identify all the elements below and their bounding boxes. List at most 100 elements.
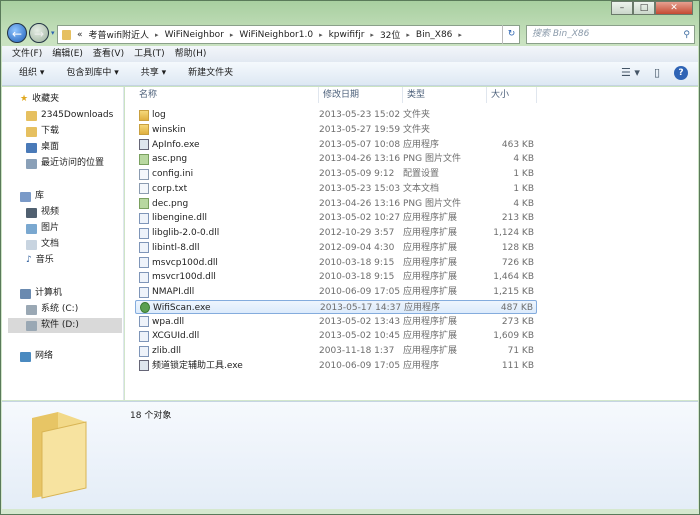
refresh-button[interactable]: ↻ (502, 25, 520, 44)
file-name: WifiScan.exe (140, 301, 211, 315)
sidebar-item-documents[interactable]: 文档 (26, 237, 59, 252)
file-row[interactable]: libintl-8.dll 2012-09-04 4:30 应用程序扩展 128… (135, 241, 537, 255)
file-row[interactable]: msvcr100d.dll 2010-03-18 9:15 应用程序扩展 1,4… (135, 270, 537, 284)
share-button[interactable]: 共享 ▾ (141, 62, 166, 85)
breadcrumb-item[interactable]: kpwififjr (329, 30, 365, 40)
minimize-button[interactable]: – (611, 1, 633, 15)
file-row[interactable]: log 2013-05-23 15:02 文件夹 (135, 108, 537, 122)
breadcrumb-arrow-icon[interactable]: ▸ (155, 31, 159, 39)
label: 收藏夹 (32, 94, 60, 104)
breadcrumb-arrow-icon[interactable]: ▸ (406, 31, 410, 39)
search-icon[interactable]: ⚲ (683, 27, 690, 44)
label: 视频 (41, 207, 60, 217)
sidebar-item-2345downloads[interactable]: 2345Downloads (26, 108, 113, 123)
breadcrumb-item[interactable]: 32位 (380, 28, 400, 41)
label: 网络 (35, 351, 54, 361)
menu-tools[interactable]: 工具(T) (134, 46, 165, 62)
sidebar-item-drive-d[interactable]: 软件 (D:) (8, 318, 122, 333)
file-type: 应用程序扩展 (403, 287, 458, 297)
sidebar-item-pictures[interactable]: 图片 (26, 221, 59, 236)
recent-pages-dropdown[interactable]: ▾ (51, 29, 55, 37)
close-button[interactable]: ✕ (655, 1, 693, 15)
computer-icon (20, 288, 31, 299)
sidebar-item-downloads[interactable]: 下载 (26, 124, 59, 139)
explorer-window: – □ ✕ ← → ▾ « 考普wifi附近人 ▸ WiFiNeighbor ▸ WiFi… (0, 0, 700, 515)
menu-file[interactable]: 文件(F) (12, 46, 42, 62)
maximize-button[interactable]: □ (633, 1, 655, 15)
column-date[interactable]: 修改日期 (319, 87, 403, 103)
sidebar-item-music[interactable]: ♪ 音乐 (26, 253, 54, 268)
file-name: corp.txt (139, 182, 187, 196)
recent-places-icon (26, 158, 37, 169)
include-in-library-button[interactable]: 包含到库中 ▾ (66, 62, 118, 85)
wifi-file-icon (140, 302, 150, 314)
file-row[interactable]: dec.png 2013-04-26 13:16 PNG 图片文件 4 KB (135, 197, 537, 211)
organize-button[interactable]: 组织 ▾ (19, 62, 44, 85)
file-row[interactable]: asc.png 2013-04-26 13:16 PNG 图片文件 4 KB (135, 152, 537, 166)
sidebar-network[interactable]: 网络 (20, 349, 53, 364)
file-type: 应用程序扩展 (403, 228, 458, 238)
file-name-text: msvcp100d.dll (152, 257, 218, 268)
file-row[interactable]: wpa.dll 2013-05-02 13:43 应用程序扩展 273 KB (135, 315, 537, 329)
drive-icon (26, 320, 37, 331)
column-size[interactable]: 大小 (487, 87, 537, 103)
breadcrumb-item[interactable]: Bin_X86 (416, 30, 453, 40)
column-type[interactable]: 类型 (403, 87, 487, 103)
file-row[interactable]: zlib.dll 2003-11-18 1:37 应用程序扩展 71 KB (135, 344, 537, 358)
breadcrumb-item[interactable]: 考普wifi附近人 (89, 28, 150, 41)
dll-file-icon (139, 257, 149, 268)
file-row[interactable]: NMAPI.dll 2010-06-09 17:05 应用程序扩展 1,215 … (135, 285, 537, 299)
search-input[interactable]: 搜索 Bin_X86 ⚲ (526, 25, 695, 44)
view-options-icon[interactable]: ☰ ▾ (621, 65, 640, 81)
help-icon[interactable]: ? (674, 66, 688, 80)
item-count: 18 个对象 (130, 411, 172, 421)
file-row[interactable]: libengine.dll 2013-05-02 10:27 应用程序扩展 21… (135, 211, 537, 225)
back-button[interactable]: ← (7, 23, 27, 43)
breadcrumb-arrow-icon[interactable]: ▸ (230, 31, 234, 39)
file-name-text: libintl-8.dll (152, 242, 200, 253)
file-row[interactable]: corp.txt 2013-05-23 15:03 文本文档 1 KB (135, 182, 537, 196)
forward-button[interactable]: → (29, 23, 49, 43)
breadcrumb-item[interactable]: WiFiNeighbor (165, 30, 224, 40)
menu-view[interactable]: 查看(V) (93, 46, 124, 62)
sidebar-item-videos[interactable]: 视频 (26, 205, 59, 220)
file-type: PNG 图片文件 (403, 198, 461, 209)
sidebar-favorites[interactable]: ★ 收藏夹 (20, 92, 59, 107)
file-row[interactable]: ApInfo.exe 2013-05-07 10:08 应用程序 463 KB (135, 138, 537, 152)
file-date: 2013-05-23 15:02 (319, 110, 401, 120)
new-folder-button[interactable]: 新建文件夹 (188, 62, 233, 85)
file-name-text: winskin (152, 124, 186, 135)
file-type: 应用程序扩展 (403, 316, 458, 327)
file-name-text: log (152, 110, 166, 120)
breadcrumb-arrow-icon[interactable]: ▸ (370, 31, 374, 39)
file-date: 2013-05-27 19:59 (319, 124, 401, 135)
label: 计算机 (35, 288, 63, 298)
png-file-icon (139, 198, 149, 209)
sidebar-item-desktop[interactable]: 桌面 (26, 140, 59, 155)
file-row[interactable]: 频道锁定辅助工具.exe 2010-06-09 17:05 应用程序 111 K… (135, 359, 537, 373)
file-name-text: asc.png (152, 154, 188, 165)
file-row[interactable]: config.ini 2013-05-09 9:12 配置设置 1 KB (135, 167, 537, 181)
breadcrumb-item[interactable]: WiFiNeighbor1.0 (239, 30, 313, 40)
sidebar-computer[interactable]: 计算机 (20, 286, 62, 301)
breadcrumb-arrow-icon[interactable]: ▸ (319, 31, 323, 39)
address-bar[interactable]: « 考普wifi附近人 ▸ WiFiNeighbor ▸ WiFiNeighbor1.0 ▸… (57, 25, 520, 44)
breadcrumb-item[interactable]: « (77, 30, 83, 40)
ini-file-icon (139, 168, 149, 180)
sidebar-item-recent[interactable]: 最近访问的位置 (26, 156, 104, 171)
file-row[interactable]: XCGUId.dll 2013-05-02 10:45 应用程序扩展 1,609… (135, 329, 537, 343)
breadcrumb-arrow-icon[interactable]: ▸ (458, 31, 462, 39)
file-row[interactable]: winskin 2013-05-27 19:59 文件夹 (135, 123, 537, 137)
search-placeholder: 搜索 Bin_X86 (532, 29, 590, 39)
file-row[interactable]: libglib-2.0-0.dll 2012-10-29 3:57 应用程序扩展… (135, 226, 537, 240)
menu-help[interactable]: 帮助(H) (175, 46, 207, 62)
file-row[interactable]: WifiScan.exe 2013-05-17 14:37 应用程序 487 K… (135, 299, 537, 315)
menu-edit[interactable]: 编辑(E) (52, 46, 83, 62)
file-row[interactable]: msvcp100d.dll 2010-03-18 9:15 应用程序扩展 726… (135, 256, 537, 270)
file-name-text: WifiScan.exe (153, 302, 211, 313)
sidebar-libraries[interactable]: 库 (20, 189, 44, 204)
column-name[interactable]: 名称 (135, 87, 319, 103)
preview-pane-icon[interactable]: ▯ (654, 65, 660, 81)
file-size: 213 KB (501, 213, 534, 224)
sidebar-item-drive-c[interactable]: 系统 (C:) (26, 302, 78, 317)
